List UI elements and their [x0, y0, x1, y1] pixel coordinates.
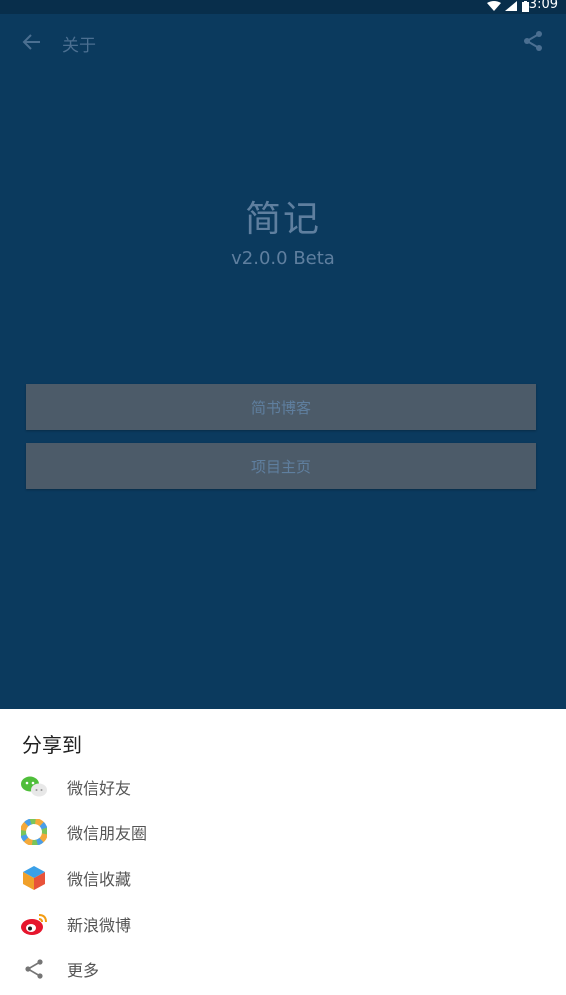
share-item-wechat-favorites[interactable]: 微信收藏 [0, 856, 566, 900]
wechat-moments-icon [20, 818, 48, 846]
share-item-more[interactable]: 更多 [0, 947, 566, 991]
share-icon[interactable] [522, 30, 544, 52]
share-sheet-title: 分享到 [22, 733, 82, 757]
share-sheet: 分享到 微信好友 微信朋友圈 微信收藏 新浪微博 更多 [0, 709, 566, 995]
wechat-favorites-icon [20, 864, 48, 892]
share-item-weibo[interactable]: 新浪微博 [0, 902, 566, 946]
share-item-label: 新浪微博 [67, 916, 132, 935]
about-screen: 3:09 关于 简记 v2.0.0 Beta 简书博客 项目主页 [0, 0, 566, 709]
page-title: 关于 [62, 36, 96, 56]
share-item-label: 微信朋友圈 [67, 824, 148, 843]
app-version: v2.0.0 Beta [231, 248, 335, 269]
signal-icon [505, 1, 517, 11]
share-item-wechat-friends[interactable]: 微信好友 [0, 765, 566, 809]
wechat-friends-icon [20, 773, 48, 801]
back-arrow-icon[interactable] [22, 32, 42, 52]
share-item-wechat-moments[interactable]: 微信朋友圈 [0, 810, 566, 854]
app-bar: 关于 [0, 14, 566, 70]
app-name: 简记 [244, 199, 321, 240]
share-item-label: 更多 [67, 961, 100, 980]
project-homepage-button[interactable]: 项目主页 [26, 443, 536, 489]
share-item-label: 微信收藏 [67, 870, 132, 889]
status-icons [487, 0, 530, 12]
share-icon [20, 955, 48, 983]
status-bar: 3:09 [0, 0, 566, 14]
weibo-icon [20, 910, 48, 938]
status-time: 3:09 [528, 0, 558, 12]
jianshu-blog-button[interactable]: 简书博客 [26, 384, 536, 430]
share-item-label: 微信好友 [67, 779, 132, 798]
wifi-icon [487, 1, 501, 11]
